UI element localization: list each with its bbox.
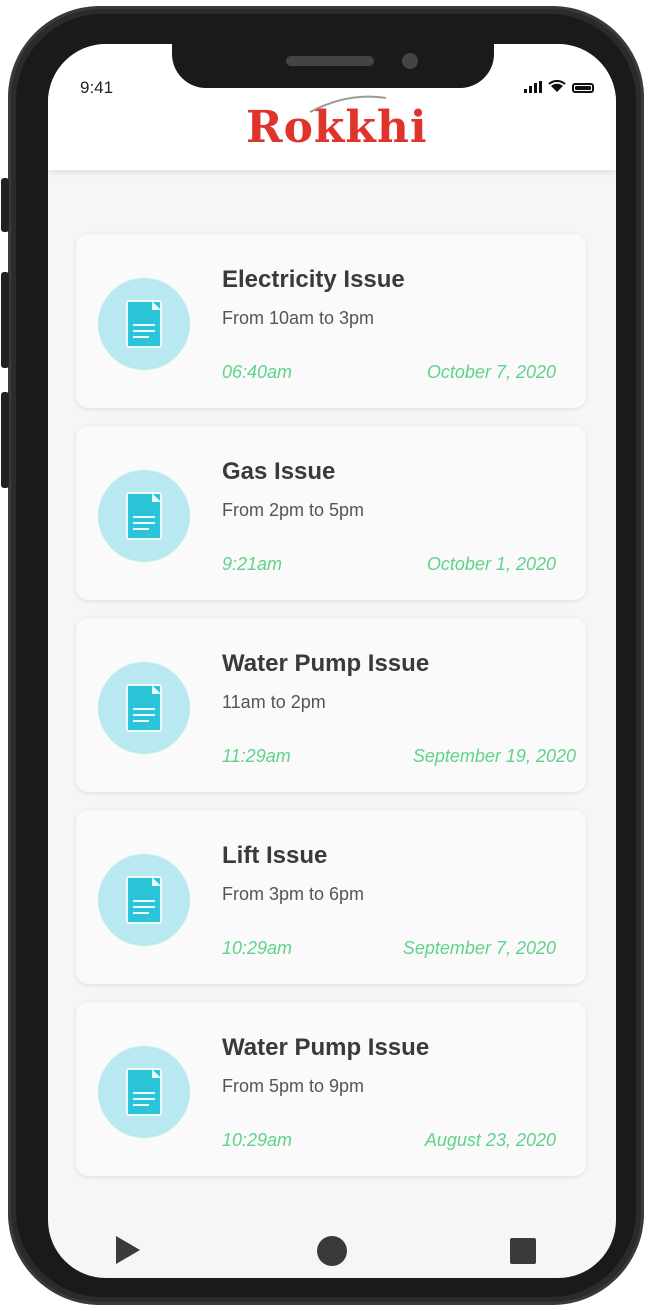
signal-icon — [524, 81, 542, 93]
status-time: 9:41 — [80, 78, 114, 97]
issue-time: 06:40am — [222, 362, 293, 382]
document-icon — [98, 662, 190, 754]
home-icon[interactable] — [317, 1236, 347, 1266]
phone-notch — [172, 44, 494, 88]
issue-time-range: From 2pm to 5pm — [222, 500, 365, 520]
issue-time: 11:29am — [222, 746, 291, 766]
issue-time-range: 11am to 2pm — [222, 692, 326, 712]
document-icon — [98, 278, 190, 370]
issue-card[interactable]: Water Pump Issue From 5pm to 9pm 10:29am… — [76, 1002, 586, 1176]
issue-time: 9:21am — [222, 554, 283, 574]
issue-card[interactable]: Gas Issue From 2pm to 5pm 9:21am October… — [76, 426, 586, 600]
side-button-volume-up — [1, 272, 9, 368]
document-icon — [98, 854, 190, 946]
issue-title: Water Pump Issue — [222, 650, 430, 677]
issue-date: October 1, 2020 — [426, 554, 556, 574]
issue-title: Water Pump Issue — [222, 1034, 430, 1061]
status-icons — [524, 80, 594, 93]
screen: 9:41 Rokkhi Electricity Issue From 10am … — [48, 44, 616, 1278]
issue-time: 10:29am — [222, 1130, 293, 1150]
document-icon — [98, 1046, 190, 1138]
issue-time-range: From 10am to 3pm — [222, 308, 375, 328]
issue-card[interactable]: Water Pump Issue 11am to 2pm 11:29am Sep… — [76, 618, 586, 792]
front-camera — [402, 53, 418, 69]
back-icon[interactable] — [116, 1236, 140, 1264]
issue-time-range: From 5pm to 9pm — [222, 1076, 365, 1096]
issue-date: August 23, 2020 — [424, 1130, 556, 1150]
issue-title: Gas Issue — [222, 458, 336, 485]
issue-card[interactable]: Electricity Issue From 10am to 3pm 06:40… — [76, 234, 586, 408]
side-button-silent — [1, 178, 9, 232]
issue-card[interactable]: Lift Issue From 3pm to 6pm 10:29am Septe… — [76, 810, 586, 984]
issue-date: October 7, 2020 — [426, 362, 556, 382]
issue-date: September 7, 2020 — [402, 938, 556, 958]
speaker-grille — [286, 56, 374, 66]
issue-title: Electricity Issue — [222, 266, 405, 293]
issue-date: September 19, 2020 — [412, 746, 576, 766]
recent-apps-icon[interactable] — [510, 1238, 536, 1264]
battery-icon — [572, 83, 594, 93]
logo-swoosh-icon — [309, 95, 387, 113]
system-nav-bar — [48, 1214, 616, 1278]
document-icon — [98, 470, 190, 562]
issue-time-range: From 3pm to 6pm — [222, 884, 365, 904]
side-button-volume-down — [1, 392, 9, 488]
issue-title: Lift Issue — [222, 842, 328, 869]
issue-time: 10:29am — [222, 938, 293, 958]
wifi-icon — [548, 80, 566, 92]
